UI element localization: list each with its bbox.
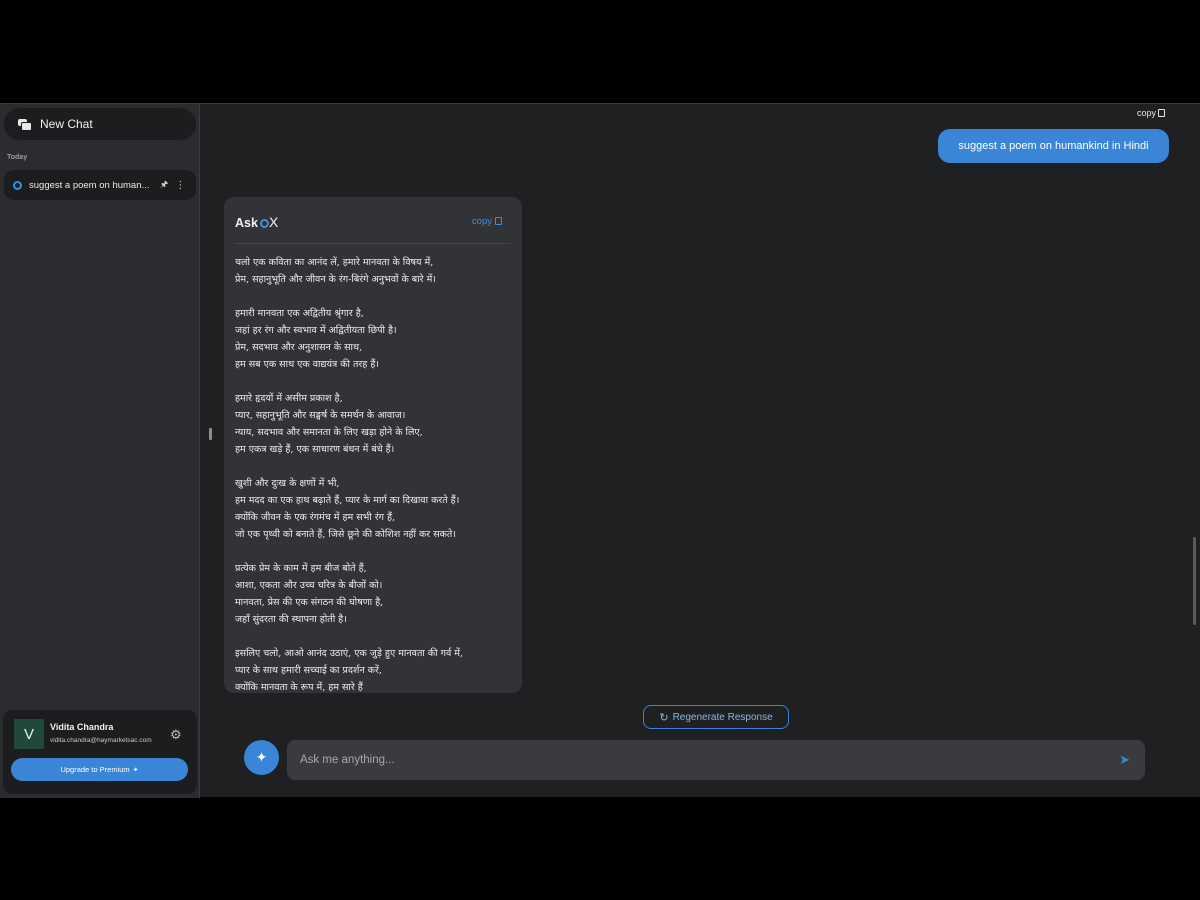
assistant-message-header: Ask X copy — [235, 211, 511, 244]
assistant-copy-button[interactable]: copy — [472, 216, 502, 227]
send-icon[interactable]: ➤ — [1119, 752, 1130, 768]
refresh-icon: ↻ — [659, 711, 669, 724]
chat-input-container: ➤ — [287, 740, 1145, 780]
assistant-message-text: चलो एक कविता का आनंद लें, हमारे मानवता क… — [235, 257, 463, 693]
copy-label: copy — [1137, 108, 1157, 118]
more-vertical-icon[interactable]: ⋮ — [175, 180, 185, 191]
avatar[interactable]: V — [14, 719, 44, 749]
new-chat-button[interactable]: New Chat — [4, 108, 196, 140]
user-message-text: suggest a poem on humankind in Hindi — [958, 140, 1149, 152]
upgrade-label: Upgrade to Premium — [60, 765, 130, 774]
magic-wand-button[interactable]: ✦ — [244, 740, 279, 775]
askox-logo: Ask X — [235, 214, 278, 230]
pin-icon[interactable]: 🖈 — [160, 177, 168, 193]
user-name: Vidita Chandra — [50, 722, 114, 732]
magic-wand-icon: ✦ — [255, 749, 268, 765]
copy-icon — [1158, 109, 1166, 117]
sidebar: New Chat Today suggest a poem on human..… — [0, 104, 200, 798]
new-chat-label: New Chat — [40, 117, 93, 131]
app-window: New Chat Today suggest a poem on human..… — [0, 103, 1200, 798]
chat-input[interactable] — [300, 740, 1100, 780]
history-item-title: suggest a poem on human... — [29, 179, 150, 191]
user-message-copy-button[interactable]: copy — [1137, 108, 1166, 118]
upgrade-button[interactable]: Upgrade to Premium ✦ — [11, 758, 188, 781]
user-card: V Vidita Chandra vidita.chandra@haymarke… — [3, 710, 197, 794]
chat-status-icon — [13, 180, 22, 190]
user-email: vidita.chandra@haymarketsac.com — [50, 737, 152, 744]
copy-label: copy — [471, 216, 492, 227]
assistant-message-card: Ask X copy चलो एक कविता का आनंद लें, हमार… — [224, 197, 522, 693]
history-section-label: Today — [7, 154, 28, 161]
gear-icon[interactable]: ⚙ — [170, 727, 182, 743]
logo-circle-icon — [259, 219, 269, 228]
sidebar-resize-handle[interactable] — [209, 428, 212, 440]
sparkle-icon: ✦ — [132, 766, 139, 774]
history-item[interactable]: suggest a poem on human... 🖈 ⋮ — [4, 170, 196, 200]
logo-suffix: X — [268, 214, 279, 230]
copy-icon — [495, 217, 502, 225]
new-chat-icon — [18, 118, 32, 131]
regenerate-response-button[interactable]: ↻ Regenerate Response — [643, 705, 789, 729]
chat-scrollbar[interactable] — [1190, 104, 1200, 798]
chat-scrollbar-thumb[interactable] — [1193, 537, 1196, 625]
logo-text: Ask — [235, 216, 258, 230]
regenerate-label: Regenerate Response — [672, 711, 773, 723]
user-message-bubble: suggest a poem on humankind in Hindi — [938, 129, 1169, 163]
